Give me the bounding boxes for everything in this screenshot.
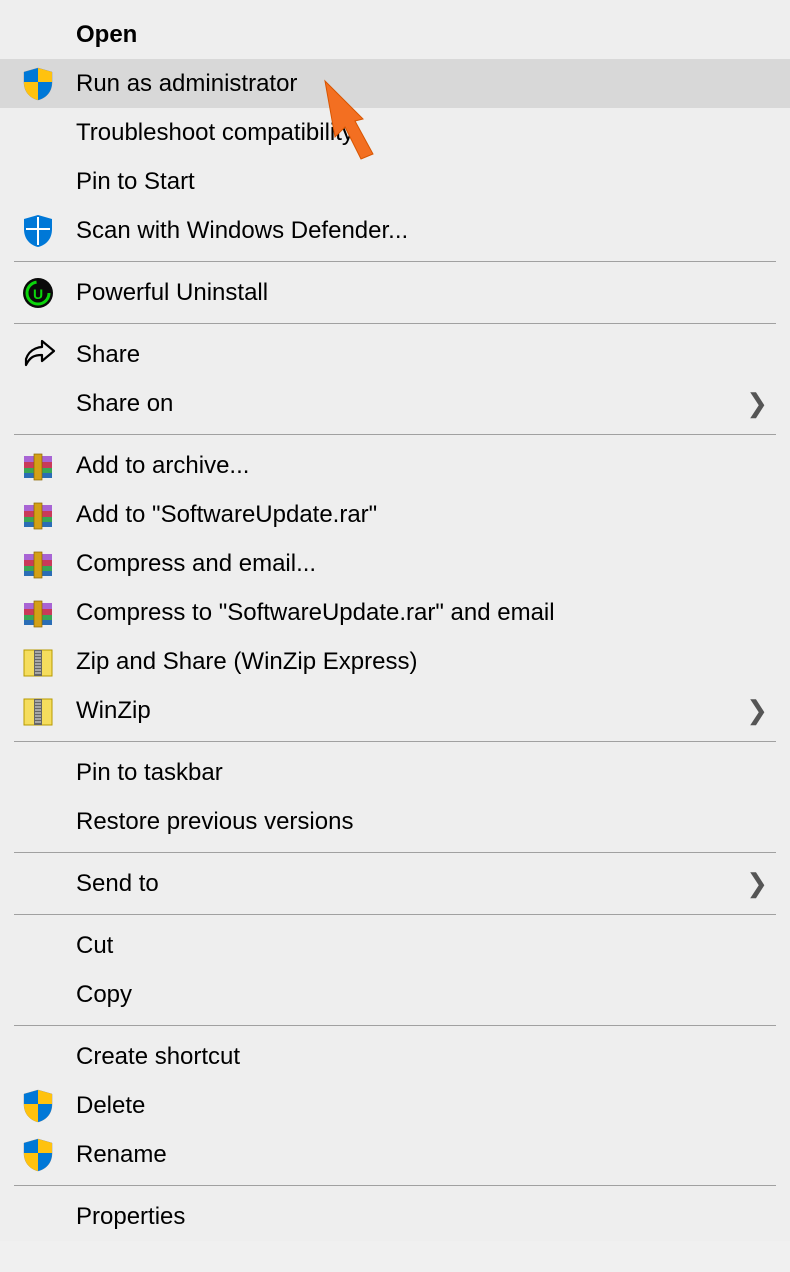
menu-item-create-shortcut[interactable]: Create shortcut: [0, 1032, 790, 1081]
menu-item-share-on[interactable]: Share on❯: [0, 379, 790, 428]
menu-item-winzip[interactable]: WinZip❯: [0, 686, 790, 735]
menu-separator: [14, 261, 776, 262]
menu-item-label: Properties: [76, 1203, 768, 1231]
menu-item-label: Run as administrator: [76, 70, 768, 98]
menu-item-label: Share on: [76, 390, 746, 418]
menu-item-label: Create shortcut: [76, 1043, 768, 1071]
menu-separator: [14, 434, 776, 435]
menu-item-label: Pin to taskbar: [76, 759, 768, 787]
menu-item-label: Rename: [76, 1141, 768, 1169]
chevron-right-icon: ❯: [746, 695, 768, 726]
menu-item-label: Send to: [76, 870, 746, 898]
context-menu: Open Run as administrator Troubleshoot com…: [0, 0, 790, 1241]
blank-icon: [20, 977, 56, 1013]
menu-item-label: Compress to "SoftwareUpdate.rar" and ema…: [76, 599, 768, 627]
menu-item-copy[interactable]: Copy: [0, 970, 790, 1019]
menu-separator: [14, 323, 776, 324]
winrar-icon: [20, 448, 56, 484]
menu-item-label: Copy: [76, 981, 768, 1009]
menu-item-scan-with-windows-defender[interactable]: Scan with Windows Defender...: [0, 206, 790, 255]
menu-item-label: Zip and Share (WinZip Express): [76, 648, 768, 676]
blank-icon: [20, 755, 56, 791]
menu-item-send-to[interactable]: Send to❯: [0, 859, 790, 908]
blank-icon: [20, 1039, 56, 1075]
menu-item-cut[interactable]: Cut: [0, 921, 790, 970]
menu-item-rename[interactable]: Rename: [0, 1130, 790, 1179]
winrar-icon: [20, 595, 56, 631]
menu-item-add-to-archive[interactable]: Add to archive...: [0, 441, 790, 490]
menu-separator: [14, 1025, 776, 1026]
uac-shield-icon: [20, 1137, 56, 1173]
menu-item-label: Cut: [76, 932, 768, 960]
menu-item-troubleshoot-compatibility[interactable]: Troubleshoot compatibility: [0, 108, 790, 157]
menu-separator: [14, 1185, 776, 1186]
blank-icon: [20, 115, 56, 151]
menu-item-label: Open: [76, 21, 768, 49]
blank-icon: [20, 1199, 56, 1235]
uac-shield-icon: [20, 1088, 56, 1124]
blank-icon: [20, 386, 56, 422]
menu-item-label: Restore previous versions: [76, 808, 768, 836]
menu-item-open[interactable]: Open: [0, 10, 790, 59]
menu-item-restore-previous-versions[interactable]: Restore previous versions: [0, 797, 790, 846]
menu-item-label: Troubleshoot compatibility: [76, 119, 768, 147]
menu-item-compress-to-softwareupdate-rar-and-email[interactable]: Compress to "SoftwareUpdate.rar" and ema…: [0, 588, 790, 637]
menu-separator: [14, 852, 776, 853]
menu-item-pin-to-start[interactable]: Pin to Start: [0, 157, 790, 206]
menu-item-label: Scan with Windows Defender...: [76, 217, 768, 245]
menu-item-label: Pin to Start: [76, 168, 768, 196]
menu-item-powerful-uninstall[interactable]: Powerful Uninstall: [0, 268, 790, 317]
menu-separator: [14, 914, 776, 915]
menu-item-properties[interactable]: Properties: [0, 1192, 790, 1241]
menu-item-share[interactable]: Share: [0, 330, 790, 379]
uac-shield-icon: [20, 66, 56, 102]
blank-icon: [20, 17, 56, 53]
blank-icon: [20, 866, 56, 902]
blank-icon: [20, 804, 56, 840]
winrar-icon: [20, 546, 56, 582]
menu-separator: [14, 741, 776, 742]
menu-item-pin-to-taskbar[interactable]: Pin to taskbar: [0, 748, 790, 797]
share-arrow-icon: [20, 337, 56, 373]
menu-item-label: WinZip: [76, 697, 746, 725]
winrar-icon: [20, 497, 56, 533]
winzip-icon: [20, 644, 56, 680]
menu-item-label: Share: [76, 341, 768, 369]
defender-shield-icon: [20, 213, 56, 249]
menu-item-label: Add to "SoftwareUpdate.rar": [76, 501, 768, 529]
menu-item-label: Compress and email...: [76, 550, 768, 578]
menu-item-delete[interactable]: Delete: [0, 1081, 790, 1130]
menu-item-label: Delete: [76, 1092, 768, 1120]
menu-item-compress-and-email[interactable]: Compress and email...: [0, 539, 790, 588]
menu-item-label: Add to archive...: [76, 452, 768, 480]
menu-item-add-to-softwareupdate-rar[interactable]: Add to "SoftwareUpdate.rar": [0, 490, 790, 539]
winzip-icon: [20, 693, 56, 729]
chevron-right-icon: ❯: [746, 868, 768, 899]
menu-item-zip-and-share-winzip-express[interactable]: Zip and Share (WinZip Express): [0, 637, 790, 686]
blank-icon: [20, 928, 56, 964]
menu-item-label: Powerful Uninstall: [76, 279, 768, 307]
menu-item-run-as-administrator[interactable]: Run as administrator: [0, 59, 790, 108]
chevron-right-icon: ❯: [746, 388, 768, 419]
blank-icon: [20, 164, 56, 200]
iobit-circle-icon: [20, 275, 56, 311]
